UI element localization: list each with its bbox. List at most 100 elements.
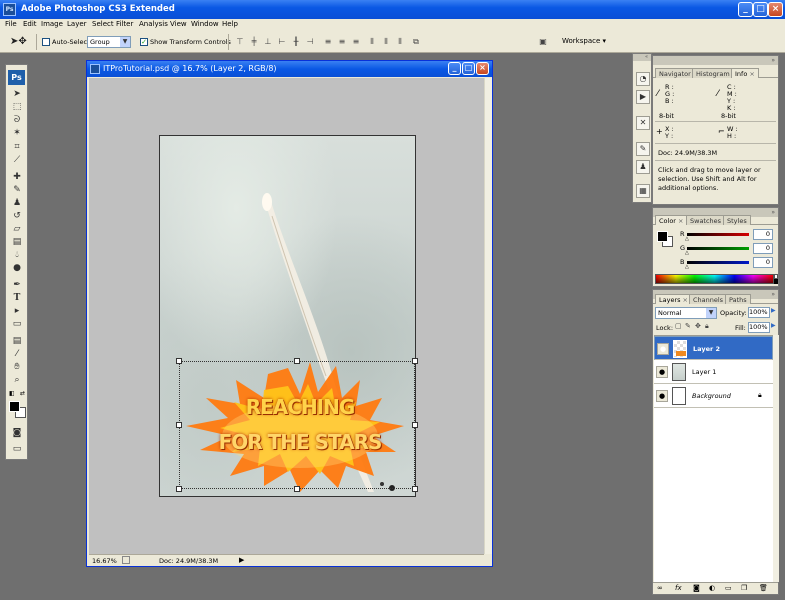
opacity-field[interactable]: 100% [748, 307, 770, 318]
transform-bounding-box[interactable] [179, 361, 415, 489]
distribute-vcenter-icon[interactable]: ≡ [336, 36, 348, 48]
workspace-button[interactable]: Workspace ▾ [562, 37, 606, 45]
quick-mask-icon[interactable]: ◙ [10, 427, 24, 439]
layer-mask-icon[interactable]: ◙ [693, 584, 700, 592]
marquee-icon[interactable]: ⬚ [10, 101, 24, 113]
brushes-icon[interactable]: ✎ [636, 142, 650, 156]
green-value-field[interactable]: 0 [753, 243, 773, 254]
dock-collapse-icon[interactable]: « [633, 54, 651, 61]
black-swatch[interactable] [774, 279, 778, 284]
close-icon[interactable]: × [678, 217, 683, 225]
fill-arrow-icon[interactable]: ▶ [771, 322, 776, 329]
distribute-left-icon[interactable]: ⦀ [366, 36, 378, 48]
tab-navigator[interactable]: Navigator [655, 68, 695, 78]
align-vcenter-icon[interactable]: ╪ [248, 36, 260, 48]
align-bottom-icon[interactable]: ⊥ [262, 36, 274, 48]
slider-thumb-icon[interactable]: △ [685, 264, 689, 270]
trash-icon[interactable]: 🗑︎ [759, 584, 768, 592]
tab-histogram[interactable]: Histogram [692, 68, 734, 78]
green-slider[interactable] [687, 247, 749, 250]
transform-handle[interactable] [412, 422, 418, 428]
menu-analysis[interactable]: Analysis [139, 20, 168, 28]
gradient-icon[interactable]: ▤ [10, 236, 24, 248]
lock-transparency-icon[interactable]: ▢ [675, 322, 682, 330]
slider-thumb-icon[interactable]: △ [685, 250, 689, 256]
visibility-eye-icon[interactable]: ● [657, 343, 669, 355]
doc-maximize-button[interactable]: □ [462, 62, 475, 75]
visibility-eye-icon[interactable]: ● [656, 390, 668, 402]
lock-all-icon[interactable]: 🔒︎ [705, 322, 709, 331]
status-arrow-icon[interactable]: ▶ [239, 556, 244, 564]
auto-select-dropdown[interactable]: Group ▼ [87, 36, 131, 48]
type-icon[interactable]: T [10, 292, 24, 304]
transform-handle[interactable] [176, 486, 182, 492]
layer-row-background[interactable]: ● Background 🔒︎ [654, 384, 773, 408]
foreground-color-swatch[interactable] [9, 401, 20, 412]
minimize-button[interactable]: _ [738, 2, 753, 17]
visibility-eye-icon[interactable]: ● [656, 366, 668, 378]
new-group-icon[interactable]: ▭ [725, 584, 732, 592]
maximize-button[interactable]: □ [753, 2, 768, 17]
lock-position-icon[interactable]: ✥ [695, 322, 701, 330]
slice-icon[interactable]: ⟋ [10, 154, 24, 166]
menu-select[interactable]: Select [92, 20, 114, 28]
vertical-scrollbar[interactable] [484, 78, 492, 554]
actions-icon[interactable]: ▶ [636, 90, 650, 104]
align-top-icon[interactable]: ⊤ [234, 36, 246, 48]
distribute-right-icon[interactable]: ⦀ [394, 36, 406, 48]
tab-swatches[interactable]: Swatches [686, 215, 726, 225]
link-layers-icon[interactable]: ∞ [657, 584, 663, 592]
clone-stamp-icon[interactable]: ♟ [10, 197, 24, 209]
lasso-icon[interactable]: ᘐ [10, 114, 24, 126]
layer-name[interactable]: Background [692, 392, 731, 400]
color-spectrum-bar[interactable] [655, 274, 774, 284]
distribute-top-icon[interactable]: ≡ [322, 36, 334, 48]
magic-wand-icon[interactable]: ✶ [10, 127, 24, 139]
transform-handle[interactable] [412, 486, 418, 492]
auto-align-icon[interactable]: ⧉ [410, 36, 422, 48]
doc-close-button[interactable]: × [476, 62, 489, 75]
menu-layer[interactable]: Layer [67, 20, 87, 28]
layer-comps-icon[interactable]: ▦ [636, 184, 650, 198]
pen-icon[interactable]: ✒ [10, 279, 24, 291]
slider-thumb-icon[interactable]: △ [685, 236, 689, 242]
auto-select-checkbox[interactable] [42, 38, 50, 46]
dodge-icon[interactable]: ● [10, 262, 24, 274]
zoom-icon[interactable]: ⌕ [10, 374, 24, 386]
align-right-icon[interactable]: ⊣ [304, 36, 316, 48]
transform-handle[interactable] [294, 486, 300, 492]
transform-handle[interactable] [412, 358, 418, 364]
close-button[interactable]: × [768, 2, 783, 17]
screen-mode-icon[interactable]: ▭ [10, 443, 24, 455]
red-value-field[interactable]: 0 [753, 229, 773, 240]
menu-image[interactable]: Image [41, 20, 63, 28]
move-icon[interactable]: ➤ [10, 88, 24, 100]
tab-styles[interactable]: Styles [723, 215, 751, 225]
menu-window[interactable]: Window [191, 20, 219, 28]
path-select-icon[interactable]: ▸ [10, 305, 24, 317]
align-hcenter-icon[interactable]: ╫ [290, 36, 302, 48]
new-layer-icon[interactable]: ❐ [741, 584, 747, 592]
status-menu-icon[interactable] [122, 556, 130, 564]
distribute-bottom-icon[interactable]: ≡ [350, 36, 362, 48]
layers-scrollbar[interactable] [773, 335, 779, 582]
default-colors-icon[interactable]: ◧ [9, 390, 16, 397]
layer-row-layer-2[interactable]: ● Layer 2 [654, 336, 773, 360]
menu-help[interactable]: Help [222, 20, 238, 28]
tab-color[interactable]: Color × [655, 215, 688, 225]
crop-icon[interactable]: ⌗ [10, 141, 24, 153]
history-brush-icon[interactable]: ↺ [10, 210, 24, 222]
history-icon[interactable]: ◔ [636, 72, 650, 86]
healing-icon[interactable]: ✚ [10, 171, 24, 183]
bridge-icon[interactable]: ▣ [536, 36, 550, 48]
hand-icon[interactable]: ✋︎ [10, 361, 24, 373]
close-icon[interactable]: × [683, 296, 688, 304]
blur-icon[interactable]: 💧︎ [10, 249, 24, 261]
document-title-bar[interactable]: ITProTutorial.psd @ 16.7% (Layer 2, RGB/… [87, 61, 492, 77]
blue-slider[interactable] [687, 261, 749, 264]
eraser-icon[interactable]: ▱ [10, 223, 24, 235]
menu-view[interactable]: View [170, 20, 187, 28]
clone-source-icon[interactable]: ♟ [636, 160, 650, 174]
close-icon[interactable]: × [749, 70, 754, 78]
brush-icon[interactable]: ✎ [10, 184, 24, 196]
